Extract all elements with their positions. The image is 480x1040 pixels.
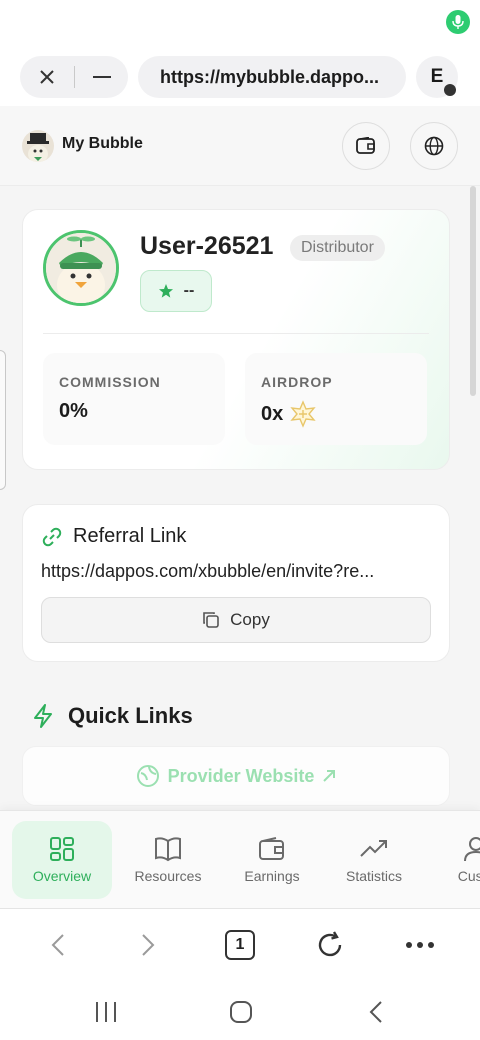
referral-title-row: Referral Link (41, 525, 186, 548)
recent-apps-icon (96, 1002, 116, 1022)
chevron-right-icon (142, 934, 155, 956)
side-panel-handle[interactable] (0, 350, 6, 490)
commission-label: COMMISSION (59, 374, 161, 390)
tab-label: Resources (134, 868, 202, 884)
page-content: My Bubble User-26521 Distributor -- COMM… (0, 106, 480, 810)
home-icon (230, 1001, 252, 1023)
tab-customers[interactable]: Custo (426, 821, 480, 899)
tabs-button[interactable]: 1 (220, 925, 260, 965)
commission-stat: COMMISSION 0% (43, 353, 225, 445)
wallet-icon (356, 137, 375, 154)
tab-label: Overview (32, 868, 92, 884)
extension-button[interactable]: E (416, 56, 458, 98)
tab-statistics[interactable]: Statistics (324, 821, 424, 899)
status-bar (0, 0, 480, 46)
more-menu-button[interactable] (400, 925, 440, 965)
referral-card: Referral Link https://dappos.com/xbubble… (22, 504, 450, 662)
minimize-icon[interactable] (75, 75, 128, 79)
tab-controls (20, 56, 128, 98)
address-bar[interactable]: https://mybubble.dappo... (138, 56, 406, 98)
level-value: -- (183, 282, 195, 299)
airdrop-value: 0x (261, 402, 284, 425)
sparkle-star-icon (290, 400, 316, 428)
scrollbar[interactable] (470, 186, 476, 396)
tab-overview[interactable]: Overview (12, 821, 112, 899)
profile-card: User-26521 Distributor -- COMMISSION 0% … (22, 209, 450, 470)
username: User-26521 (140, 232, 274, 260)
tab-earnings[interactable]: Earnings (222, 821, 322, 899)
tab-count: 1 (225, 930, 255, 960)
close-tab-icon[interactable] (20, 69, 74, 85)
browser-toolbar: https://mybubble.dappo... E (0, 52, 480, 102)
copy-icon (203, 612, 219, 628)
more-dots-icon (406, 942, 434, 948)
wallet-icon (259, 837, 284, 860)
role-badge: Distributor (290, 235, 385, 261)
quick-links-title: Quick Links (68, 703, 193, 728)
copy-button[interactable]: Copy (41, 597, 431, 643)
level-badge[interactable]: -- (140, 270, 212, 312)
extension-badge-icon (444, 84, 456, 96)
provider-label: Provider Website (167, 765, 315, 786)
microphone-icon (446, 10, 470, 34)
referral-title: Referral Link (73, 525, 187, 547)
arrow-up-right-icon (323, 770, 336, 782)
reload-button[interactable] (310, 925, 350, 965)
forward-button[interactable] (128, 925, 168, 965)
provider-website-link[interactable]: Provider Website (22, 746, 450, 806)
airdrop-stat: AIRDROP 0x (245, 353, 427, 445)
quick-links-heading: Quick Links (32, 703, 193, 729)
bottom-tab-nav: Overview Resources Earnings Statistics C… (0, 810, 480, 908)
copy-label: Copy (230, 610, 270, 629)
commission-value: 0% (59, 400, 88, 422)
link-icon (42, 527, 62, 546)
globe-icon (424, 136, 444, 156)
home-button[interactable] (221, 992, 261, 1032)
system-navigation-bar (0, 980, 480, 1040)
lightning-icon (34, 704, 52, 728)
airdrop-label: AIRDROP (261, 374, 333, 390)
book-icon (155, 837, 181, 862)
user-icon (464, 837, 480, 862)
globe-leaf-icon (136, 765, 159, 787)
profile-avatar (43, 230, 119, 306)
tab-label: Earnings (244, 868, 300, 884)
tab-resources[interactable]: Resources (118, 821, 218, 899)
divider (43, 333, 429, 334)
language-button[interactable] (410, 122, 458, 170)
tab-label: Statistics (345, 868, 402, 884)
recent-apps-button[interactable] (86, 992, 126, 1032)
site-header: My Bubble (0, 106, 480, 186)
referral-url: https://dappos.com/xbubble/en/invite?re.… (41, 561, 375, 581)
system-back-button[interactable] (356, 992, 396, 1032)
star-icon (158, 284, 173, 298)
reload-icon (318, 931, 342, 957)
tab-label: Custo (457, 868, 480, 884)
browser-bottom-toolbar: 1 (0, 908, 480, 980)
extension-letter: E (430, 66, 444, 87)
trending-up-icon (360, 840, 387, 857)
avatar[interactable] (22, 130, 54, 162)
chevron-left-icon (51, 934, 64, 956)
back-arrow-icon (369, 1001, 382, 1023)
grid-icon (50, 837, 74, 861)
back-button[interactable] (38, 925, 78, 965)
site-title: My Bubble (62, 135, 143, 152)
wallet-button[interactable] (342, 122, 390, 170)
